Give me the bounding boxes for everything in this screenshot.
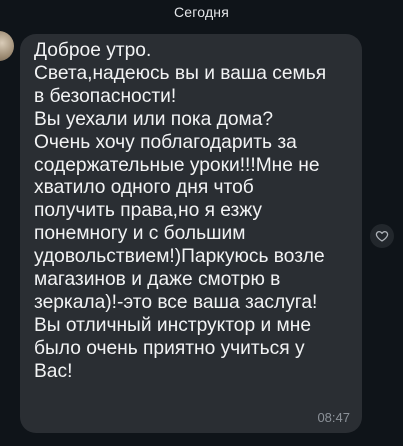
avatar[interactable] — [0, 31, 14, 61]
react-button[interactable] — [370, 224, 394, 248]
message-bubble[interactable]: Доброе утро. Света,надеюсь вы и ваша сем… — [20, 34, 362, 433]
chat-screen: Сегодня Доброе утро. Света,надеюсь вы и … — [0, 0, 403, 446]
message-text: Доброе утро. Света,надеюсь вы и ваша сем… — [34, 40, 327, 382]
message-timestamp: 08:47 — [317, 410, 350, 425]
date-header: Сегодня — [173, 4, 230, 20]
heart-icon — [375, 230, 389, 242]
